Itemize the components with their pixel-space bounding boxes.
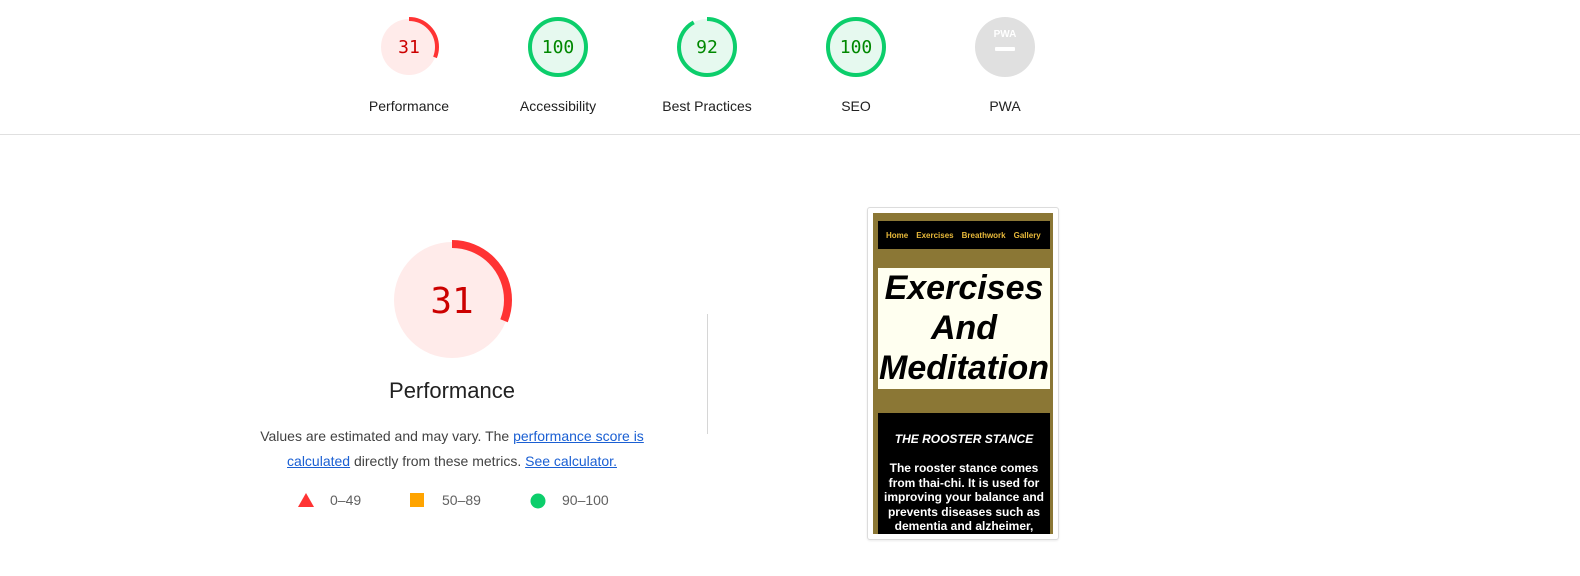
gauge-score: 100: [840, 37, 873, 58]
gauge-label: Performance: [368, 98, 450, 114]
gauge-ring: 31: [379, 17, 439, 77]
pwa-badge-icon: PWA: [975, 17, 1035, 77]
triangle-icon: [298, 493, 314, 507]
see-calculator-link[interactable]: See calculator.: [525, 453, 617, 469]
card-heading: THE ROOSTER STANCE: [894, 432, 1034, 446]
circle-icon: [530, 493, 546, 509]
legend-range: 0–49: [330, 492, 362, 508]
desc-text: Values are estimated and may vary. The: [260, 428, 514, 444]
gauge-seo[interactable]: 100 SEO: [796, 16, 916, 114]
legend-range: 50–89: [442, 492, 481, 508]
gauge-accessibility[interactable]: 100 Accessibility: [498, 16, 618, 114]
section-divider: [707, 314, 708, 434]
card-text: The rooster stance comes from thai-chi. …: [883, 461, 1045, 533]
gauge-ring: 100: [826, 17, 886, 77]
performance-score-large: 31: [430, 281, 473, 322]
gauge-pwa[interactable]: PWA PWA: [945, 16, 1065, 114]
gauge-best-practices[interactable]: 92 Best Practices: [647, 16, 767, 114]
performance-title: Performance: [389, 378, 515, 403]
screenshot-card: THE ROOSTER STANCE The rooster stance co…: [878, 413, 1050, 534]
nav-exercises: Exercises: [916, 230, 954, 240]
screenshot-page: Home Exercises Breathwork Gallery Exerci…: [873, 213, 1053, 534]
screenshot-hero-title: Exercises And Meditation: [878, 268, 1050, 389]
performance-detail: 31 Performance Values are estimated and …: [240, 238, 664, 474]
square-icon: [410, 493, 424, 507]
gauge-ring: 100: [528, 17, 588, 77]
gauge-label: Best Practices: [662, 98, 752, 114]
score-summary-bar: 31 Performance 100 Accessibility 92 Best…: [0, 0, 1580, 135]
gauge-score: 31: [398, 37, 420, 58]
pwa-badge-text: PWA: [994, 29, 1017, 40]
gauge-label: SEO: [841, 98, 871, 114]
nav-home: Home: [886, 230, 909, 240]
gauge-score: 100: [542, 37, 575, 58]
legend-range: 90–100: [562, 492, 609, 508]
screenshot-nav: Home Exercises Breathwork Gallery: [878, 221, 1050, 249]
gauge-score: 92: [696, 37, 718, 58]
performance-gauge-large: 31: [392, 240, 512, 360]
gauge-label: Accessibility: [519, 98, 597, 114]
gauge-ring: 92: [677, 17, 737, 77]
nav-gallery: Gallery: [1013, 230, 1041, 240]
nav-breathwork: Breathwork: [961, 230, 1006, 240]
gauge-label: PWA: [989, 98, 1021, 114]
desc-text: directly from these metrics.: [350, 453, 526, 469]
performance-description: Values are estimated and may vary. The p…: [240, 424, 664, 474]
gauge-performance[interactable]: 31 Performance: [349, 16, 469, 114]
final-screenshot[interactable]: Home Exercises Breathwork Gallery Exerci…: [867, 207, 1059, 540]
